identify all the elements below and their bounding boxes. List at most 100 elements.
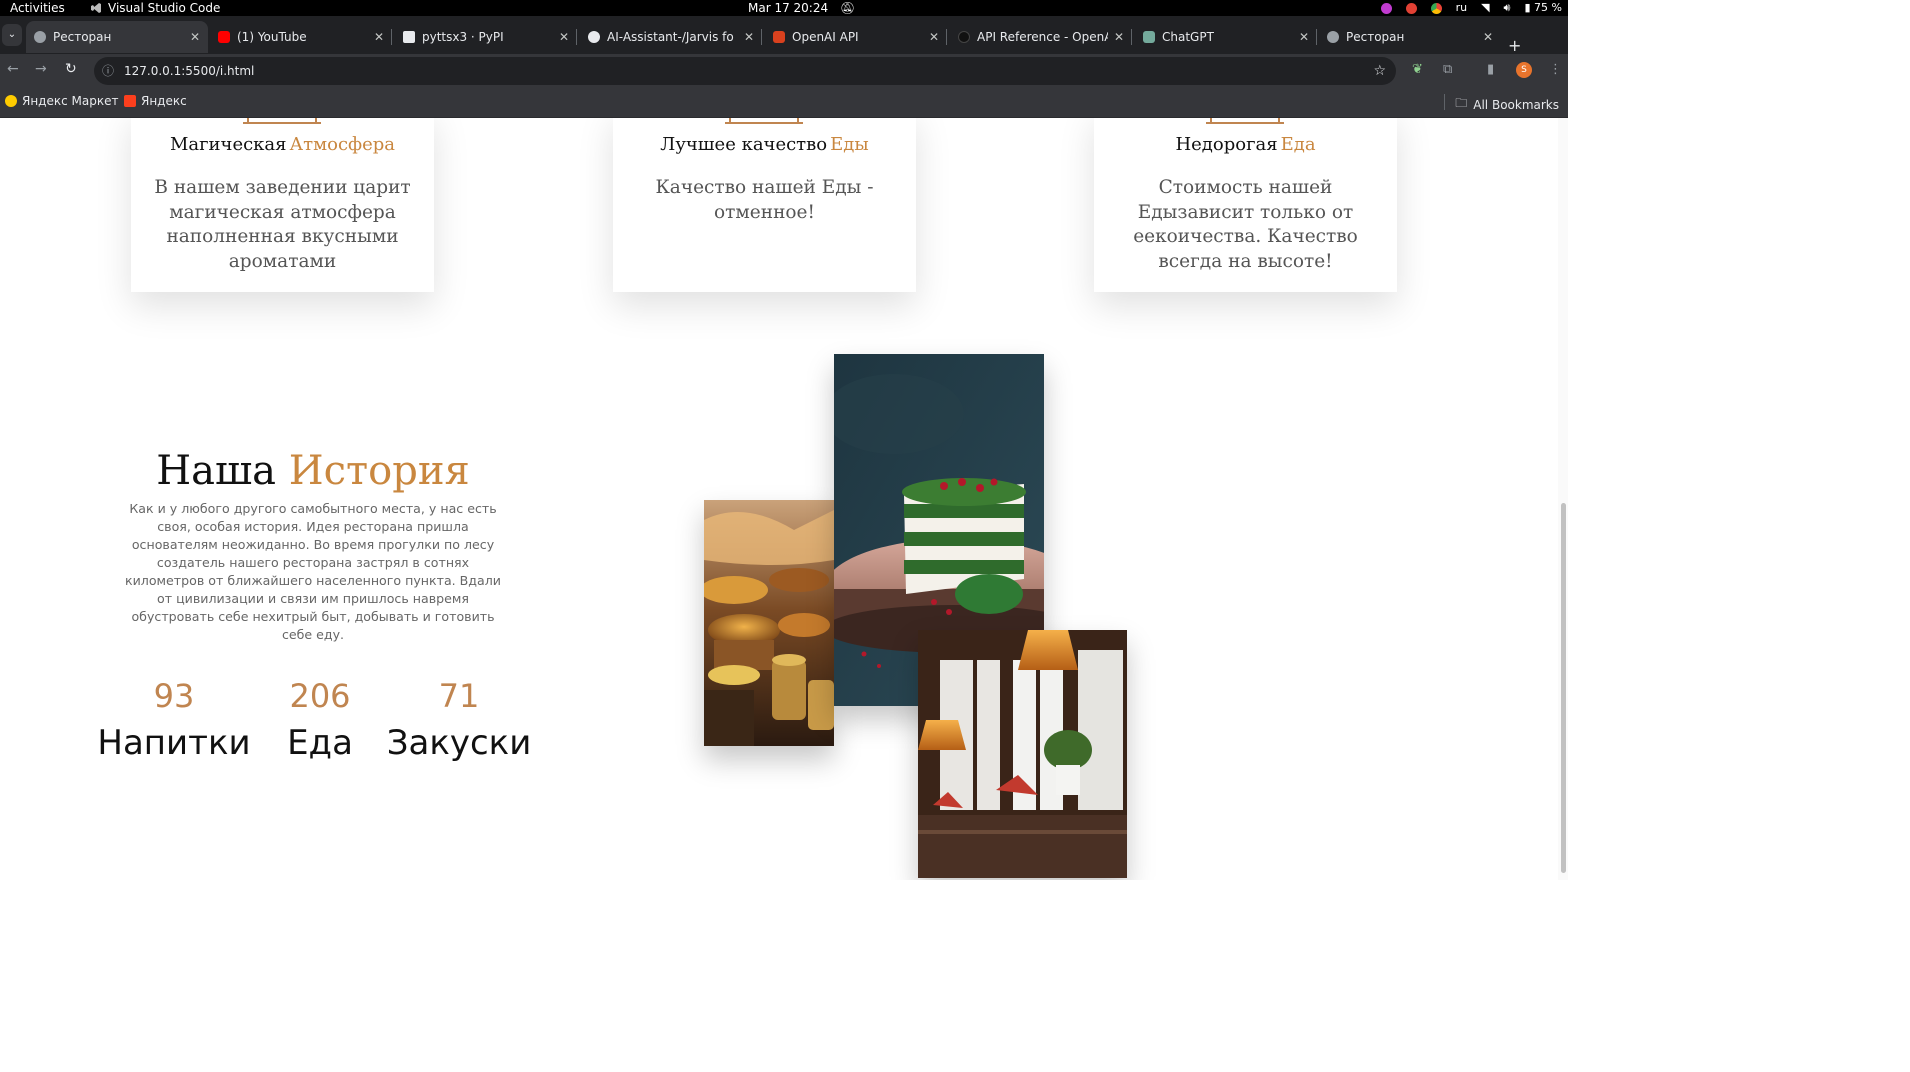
wifi-icon[interactable]: ◥: [1481, 0, 1489, 16]
battery-text: 75 %: [1534, 1, 1562, 14]
stat-label: Закуски: [386, 723, 532, 763]
page-scrollbar[interactable]: [1558, 118, 1568, 880]
tab-separator: [391, 29, 392, 45]
page-viewport: Магическая Атмосфера В нашем заведении ца…: [0, 118, 1568, 880]
stat-snacks: 71 Закуски: [374, 674, 544, 766]
feature-description: Стоимость нашей Едызависит только от еек…: [1133, 177, 1358, 272]
close-icon[interactable]: ✕: [374, 30, 384, 44]
tab-title: (1) YouTube: [237, 30, 307, 44]
forward-button[interactable]: →: [35, 61, 47, 77]
close-icon[interactable]: ✕: [744, 30, 754, 44]
tray-app-icon[interactable]: [1380, 2, 1392, 14]
spices-photo: [704, 500, 834, 746]
history-heading-accent: История: [288, 448, 470, 494]
url-text[interactable]: 127.0.0.1:5500/i.html: [124, 57, 254, 85]
arrow-right-icon: →: [35, 61, 47, 77]
tab-title: Ресторан: [53, 30, 112, 44]
openai-icon: [773, 31, 785, 43]
tab-github[interactable]: AI-Assistant-/Jarvis fo ✕: [580, 21, 762, 53]
tab-title: AI-Assistant-/Jarvis fo: [607, 30, 734, 44]
site-info-icon[interactable]: ⓘ: [102, 57, 114, 85]
address-bar[interactable]: ⓘ 127.0.0.1:5500/i.html ☆: [94, 57, 1396, 85]
pypi-icon: [403, 31, 415, 43]
tab-separator: [1316, 29, 1317, 45]
feature-title-accent: Еда: [1280, 134, 1316, 155]
system-tray: ru ◥ 🔊︎ ▮ 75 %: [1380, 0, 1562, 16]
tab-openai-api[interactable]: OpenAI API ✕: [765, 21, 947, 53]
app-menu[interactable]: Visual Studio Code: [90, 0, 220, 16]
close-icon[interactable]: ✕: [1483, 30, 1493, 44]
openai-icon: [958, 31, 970, 43]
bookmarks-separator: [1444, 94, 1445, 110]
globe-icon: [1327, 31, 1339, 43]
cloche-icon: [725, 118, 803, 124]
tab-title: ChatGPT: [1162, 30, 1214, 44]
close-icon[interactable]: ✕: [190, 30, 200, 44]
tab-separator: [946, 29, 947, 45]
cloche-icon: [243, 118, 321, 124]
feature-card-quality: Лучшее качество Еды Качество нашей Еды - …: [613, 118, 916, 292]
clock[interactable]: Mar 17 20:24 🔕︎: [748, 0, 855, 16]
tab-title: OpenAI API: [792, 30, 859, 44]
new-tab-button[interactable]: +: [1508, 36, 1521, 55]
feature-title-main: Магическая: [169, 134, 287, 155]
tray-chrome-red-icon[interactable]: [1405, 2, 1417, 14]
history-text: Как и у любого другого самобытного места…: [125, 501, 501, 642]
folder-icon: 🗀︎: [1455, 96, 1468, 110]
back-button[interactable]: ←: [7, 61, 19, 77]
bookmark-label: Яндекс Маркет: [22, 94, 119, 108]
tab-api-reference[interactable]: API Reference - OpenA ✕: [950, 21, 1132, 53]
tab-chatgpt[interactable]: ChatGPT ✕: [1135, 21, 1317, 53]
battery-icon: ▮: [1524, 1, 1531, 14]
vscode-icon: [91, 3, 101, 13]
menu-dots-icon[interactable]: ⋮: [1549, 62, 1562, 77]
extension-leaf-icon[interactable]: ❦: [1412, 62, 1423, 77]
feature-description: В нашем заведении царит магическая атмос…: [154, 177, 411, 272]
tab-title: Ресторан: [1346, 30, 1405, 44]
app-name: Visual Studio Code: [108, 1, 221, 15]
feature-card-price: Недорогая Еда Стоимость нашей Едызависит …: [1094, 118, 1397, 292]
side-panel-icon[interactable]: ▮: [1487, 62, 1494, 77]
os-top-bar: Activities Visual Studio Code Mar 17 20:…: [0, 0, 1568, 16]
tab-separator: [1131, 29, 1132, 45]
feature-title-accent: Еды: [830, 134, 869, 155]
profile-avatar[interactable]: S: [1516, 62, 1532, 78]
yandex-icon: [124, 95, 136, 107]
tab-youtube[interactable]: (1) YouTube ✕: [210, 21, 392, 53]
clock-text: Mar 17 20:24: [748, 1, 829, 15]
reload-button[interactable]: ↻: [65, 61, 77, 77]
tab-search-button[interactable]: ⌄: [2, 24, 22, 46]
feature-title-main: Лучшее качество: [660, 134, 828, 155]
bookmark-yandex-market[interactable]: Яндекс Маркет: [5, 94, 118, 108]
feature-card-atmosphere: Магическая Атмосфера В нашем заведении ца…: [131, 118, 434, 292]
tab-restaurant-active[interactable]: Ресторан ✕: [26, 21, 208, 53]
feature-title: Магическая Атмосфера: [131, 134, 434, 155]
feature-title: Лучшее качество Еды: [613, 134, 916, 155]
tab-restaurant[interactable]: Ресторан ✕: [1319, 21, 1501, 53]
github-icon: [588, 31, 600, 43]
history-section: Наша История Как и у любого другого само…: [120, 446, 506, 644]
close-icon[interactable]: ✕: [1114, 30, 1124, 44]
plus-icon: +: [1508, 36, 1522, 55]
bookmark-yandex[interactable]: Яндекс: [124, 94, 187, 108]
scrollbar-thumb[interactable]: [1561, 503, 1566, 873]
spices-illustration: [704, 500, 834, 746]
keyboard-layout[interactable]: ru: [1456, 0, 1468, 16]
reload-icon: ↻: [65, 61, 77, 77]
all-bookmarks-label: All Bookmarks: [1473, 97, 1559, 112]
activities-button[interactable]: Activities: [10, 0, 65, 16]
close-icon[interactable]: ✕: [559, 30, 569, 44]
extensions-puzzle-icon[interactable]: ⧉: [1443, 62, 1452, 77]
feature-title: Недорогая Еда: [1094, 134, 1397, 155]
history-heading: Наша История: [120, 446, 506, 496]
close-icon[interactable]: ✕: [1299, 30, 1309, 44]
volume-icon[interactable]: 🔊︎: [1504, 0, 1511, 16]
stat-drinks: 93 Напитки: [89, 674, 259, 766]
close-icon[interactable]: ✕: [929, 30, 939, 44]
all-bookmarks-button[interactable]: 🗀︎ All Bookmarks: [1455, 94, 1559, 115]
tab-separator: [761, 29, 762, 45]
bookmark-star-icon[interactable]: ☆: [1373, 57, 1386, 85]
tab-pypi[interactable]: pyttsx3 · PyPI ✕: [395, 21, 577, 53]
battery-indicator[interactable]: ▮ 75 %: [1524, 0, 1562, 16]
tray-chrome-icon[interactable]: [1430, 2, 1442, 14]
